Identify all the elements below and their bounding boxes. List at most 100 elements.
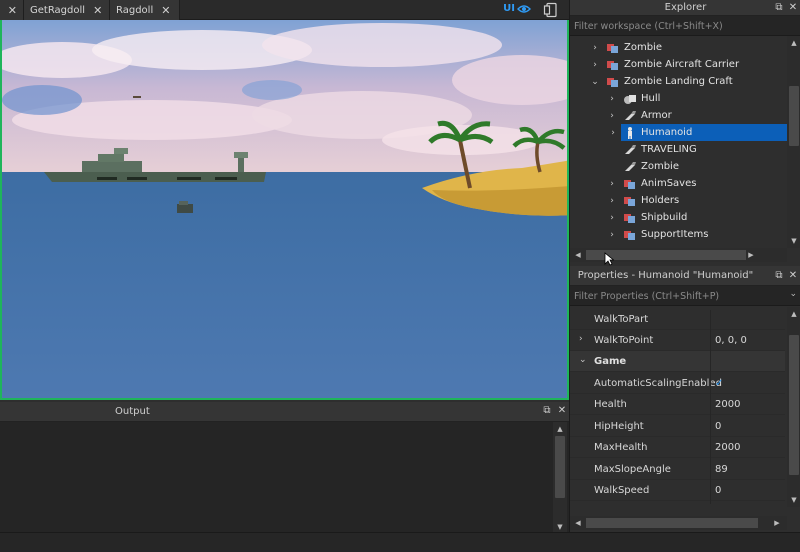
scroll-right-arrow-icon[interactable]: ▶: [772, 519, 782, 527]
close-icon[interactable]: ✕: [787, 2, 799, 14]
scroll-down-arrow-icon[interactable]: ▼: [555, 523, 565, 531]
device-emulator-icon[interactable]: [543, 2, 559, 18]
scroll-thumb[interactable]: [586, 518, 758, 528]
tree-item[interactable]: TRAVELING: [617, 141, 697, 158]
tree-item[interactable]: › Zombie: [590, 39, 662, 56]
properties-title: Properties - Humanoid "Humanoid": [577, 270, 754, 281]
explorer-header: Explorer ⧉ ✕: [570, 0, 800, 16]
output-log[interactable]: [0, 422, 569, 534]
tree-item[interactable]: › Holders: [607, 192, 679, 209]
close-icon[interactable]: ✕: [556, 405, 568, 417]
explorer-scrollbar[interactable]: ▲ ▼: [787, 36, 800, 248]
tree-item[interactable]: › Hull: [607, 90, 660, 107]
chevron-right-icon[interactable]: ›: [607, 196, 617, 206]
property-row[interactable]: WalkToPart: [570, 309, 785, 330]
scroll-up-arrow-icon[interactable]: ▲: [555, 425, 565, 433]
tree-item-selected[interactable]: › Humanoid: [611, 124, 787, 141]
property-row[interactable]: › WalkToPoint 0, 0, 0: [570, 330, 785, 351]
explorer-filter: [570, 16, 800, 36]
property-row[interactable]: MaxSlopeAngle 89: [570, 459, 785, 480]
part-icon: [625, 110, 636, 120]
property-row[interactable]: MaxHealth 2000: [570, 437, 785, 458]
scroll-left-arrow-icon[interactable]: ◀: [573, 251, 583, 259]
tree-item[interactable]: › AnimSaves: [607, 175, 696, 192]
eye-icon: [517, 4, 531, 13]
chevron-right-icon[interactable]: ›: [607, 94, 617, 104]
studio-window: ✕ GetRagdoll ✕ Ragdoll ✕ UI Output ⧉ ✕ ▲…: [0, 0, 800, 552]
scroll-right-arrow-icon[interactable]: ▶: [746, 251, 756, 259]
scroll-up-arrow-icon[interactable]: ▲: [789, 39, 799, 47]
scroll-down-arrow-icon[interactable]: ▼: [789, 237, 799, 245]
union-icon: [624, 94, 636, 104]
3d-viewport[interactable]: [0, 20, 569, 400]
property-row[interactable]: WalkSpeed 0: [570, 480, 785, 501]
humanoid-icon: [628, 126, 632, 139]
tree-item[interactable]: › Shipbuild: [607, 209, 687, 226]
chevron-right-icon[interactable]: ›: [579, 334, 583, 344]
properties-filter-input[interactable]: [574, 288, 784, 304]
scroll-down-arrow-icon[interactable]: ▼: [789, 496, 799, 504]
close-icon[interactable]: ✕: [787, 270, 799, 282]
model-icon: [624, 179, 635, 189]
tab-ragdoll[interactable]: Ragdoll ✕: [110, 0, 180, 20]
checkbox-checked[interactable]: ✓: [715, 378, 723, 389]
output-scrollbar[interactable]: ▲ ▼: [553, 422, 567, 534]
status-bar: [0, 532, 800, 552]
property-row[interactable]: HipHeight 0: [570, 416, 785, 437]
properties-hscrollbar[interactable]: ◀ ▶: [570, 516, 787, 530]
chevron-right-icon[interactable]: ›: [607, 179, 617, 189]
chevron-down-icon[interactable]: ⌄: [789, 289, 797, 299]
tab-bar: ✕ GetRagdoll ✕ Ragdoll ✕ UI: [0, 0, 569, 20]
scroll-thumb[interactable]: [789, 86, 799, 146]
chevron-right-icon[interactable]: ›: [608, 128, 618, 138]
chevron-right-icon[interactable]: ›: [607, 230, 617, 240]
ui-visibility-toggle[interactable]: UI: [503, 3, 531, 14]
tree-item[interactable]: › Zombie Aircraft Carrier: [590, 56, 739, 73]
scroll-left-arrow-icon[interactable]: ◀: [573, 519, 583, 527]
tree-item[interactable]: › Armor: [607, 107, 672, 124]
property-row[interactable]: Health 2000: [570, 394, 785, 415]
scroll-thumb[interactable]: [555, 436, 565, 498]
property-column-divider: [710, 310, 711, 504]
close-icon[interactable]: ✕: [8, 4, 17, 17]
tree-item[interactable]: ⌄ Zombie Landing Craft: [590, 73, 732, 90]
tab-label: GetRagdoll: [30, 4, 86, 16]
chevron-right-icon[interactable]: ›: [590, 60, 600, 70]
undock-icon[interactable]: ⧉: [773, 270, 785, 282]
properties-filter: ⌄: [570, 286, 800, 306]
output-title: Output: [115, 406, 150, 417]
scroll-thumb[interactable]: [789, 335, 799, 475]
chevron-down-icon[interactable]: ⌄: [590, 77, 600, 87]
tree-item[interactable]: › SupportItems: [607, 226, 708, 243]
scene-render: [2, 20, 567, 398]
chevron-right-icon[interactable]: ›: [607, 111, 617, 121]
model-icon: [624, 213, 635, 223]
undock-icon[interactable]: ⧉: [541, 405, 553, 417]
tab-getragdoll[interactable]: GetRagdoll ✕: [24, 0, 110, 20]
output-panel: Output ⧉ ✕ ▲ ▼: [0, 402, 569, 552]
chevron-down-icon[interactable]: ⌄: [579, 355, 587, 365]
properties-scrollbar[interactable]: ▲ ▼: [787, 307, 800, 507]
close-icon[interactable]: ✕: [93, 4, 102, 17]
model-icon: [607, 77, 618, 87]
part-icon: [625, 144, 636, 154]
properties-header: Properties - Humanoid "Humanoid" ⧉ ✕: [570, 266, 800, 286]
undock-icon[interactable]: ⧉: [773, 2, 785, 14]
model-icon: [624, 196, 635, 206]
property-category[interactable]: ⌄ Game: [570, 351, 785, 372]
model-icon: [607, 60, 618, 70]
tree-item[interactable]: Zombie: [617, 158, 679, 175]
scroll-up-arrow-icon[interactable]: ▲: [789, 310, 799, 318]
mouse-cursor-icon: [604, 252, 614, 266]
output-header: Output ⧉ ✕: [0, 402, 569, 422]
properties-panel: Properties - Humanoid "Humanoid" ⧉ ✕ ⌄ W…: [569, 266, 800, 532]
tab-previous[interactable]: ✕: [0, 0, 24, 20]
close-icon[interactable]: ✕: [161, 4, 170, 17]
chevron-right-icon[interactable]: ›: [590, 43, 600, 53]
explorer-hscrollbar[interactable]: ◀ ▶: [570, 248, 787, 262]
explorer-filter-input[interactable]: [574, 18, 784, 34]
explorer-panel: Explorer ⧉ ✕ › Zombie › Zombie Aircraft …: [569, 0, 800, 266]
chevron-right-icon[interactable]: ›: [607, 213, 617, 223]
explorer-tree: › Zombie › Zombie Aircraft Carrier ⌄ Zom…: [570, 39, 787, 248]
property-row[interactable]: AutomaticScalingEnabled ✓: [570, 373, 785, 394]
